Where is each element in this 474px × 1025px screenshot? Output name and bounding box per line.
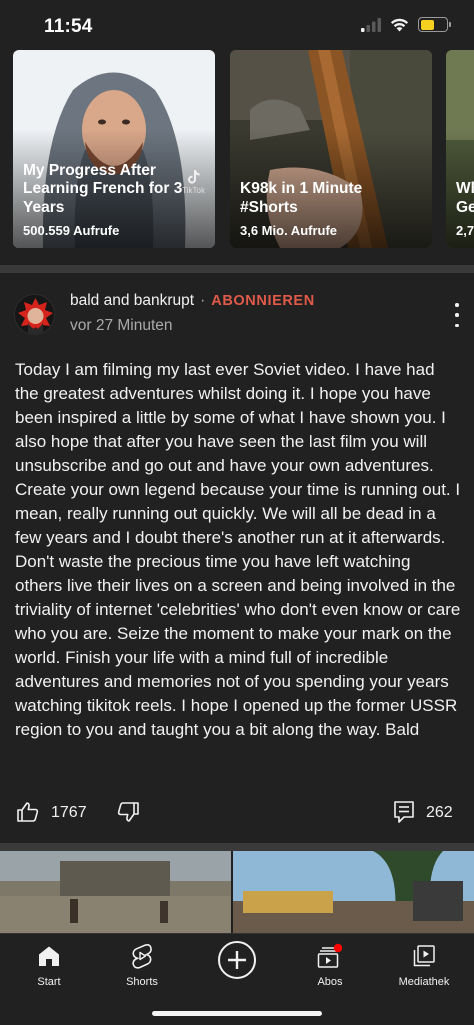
dislike-icon[interactable] bbox=[116, 800, 140, 824]
short-views: 3,6 Mio. Aufrufe bbox=[240, 223, 338, 238]
short-title: K98k in 1 Minute #Shorts bbox=[240, 180, 363, 216]
status-icons bbox=[361, 17, 451, 32]
shorts-shelf: TikTok My Progress After Learning French… bbox=[0, 50, 474, 248]
channel-row: bald and bankrupt · ABONNIEREN bbox=[70, 292, 315, 310]
notification-dot bbox=[333, 943, 343, 953]
cellular-signal-icon bbox=[361, 17, 381, 32]
nav-label: Mediathek bbox=[398, 976, 450, 988]
video-thumbnail[interactable] bbox=[0, 851, 231, 933]
nav-item-mediathek[interactable]: Mediathek bbox=[384, 942, 464, 988]
short-card[interactable]: Wh St Ge 2,7 bbox=[446, 50, 474, 248]
subscribe-button[interactable]: ABONNIEREN bbox=[211, 293, 314, 309]
next-videos bbox=[0, 851, 474, 933]
video-thumbnail[interactable] bbox=[233, 851, 474, 933]
create-icon bbox=[228, 951, 246, 969]
home-indicator[interactable] bbox=[152, 1011, 322, 1016]
section-divider bbox=[0, 265, 474, 273]
nav-item-start[interactable]: Start bbox=[9, 942, 89, 988]
nav-label: Start bbox=[37, 976, 61, 988]
post-time: vor 27 Minuten bbox=[70, 317, 173, 334]
short-title: Wh St Ge bbox=[456, 180, 474, 216]
status-bar: 11:54 bbox=[0, 0, 474, 50]
post-text: Today I am filming my last ever Soviet v… bbox=[15, 360, 461, 739]
avatar-image bbox=[15, 295, 54, 334]
subscriptions-icon bbox=[317, 943, 343, 968]
comment-icon[interactable] bbox=[393, 800, 415, 824]
short-card[interactable]: K98k in 1 Minute #Shorts 3,6 Mio. Aufruf… bbox=[230, 50, 432, 248]
section-divider bbox=[0, 843, 474, 851]
like-count: 1767 bbox=[51, 804, 87, 821]
create-button[interactable] bbox=[218, 941, 256, 979]
channel-avatar[interactable] bbox=[14, 294, 55, 335]
home-icon bbox=[39, 946, 59, 966]
nav-label: Shorts bbox=[126, 976, 158, 988]
shorts-icon bbox=[132, 944, 152, 969]
community-post: bald and bankrupt · ABONNIEREN vor 27 Mi… bbox=[0, 273, 474, 848]
nav-item-shorts[interactable]: Shorts bbox=[102, 942, 182, 988]
more-vert-icon[interactable] bbox=[452, 303, 462, 327]
post-actions: 1767 262 bbox=[0, 794, 474, 828]
nav-label: Abos bbox=[317, 976, 343, 988]
status-time: 11:54 bbox=[44, 16, 93, 37]
short-views: 500.559 Aufrufe bbox=[23, 223, 120, 238]
wifi-icon bbox=[390, 18, 409, 31]
short-views: 2,7 bbox=[456, 223, 474, 238]
library-icon bbox=[413, 945, 435, 967]
channel-name[interactable]: bald and bankrupt bbox=[70, 292, 194, 310]
battery-icon bbox=[418, 17, 451, 32]
short-card[interactable]: TikTok My Progress After Learning French… bbox=[13, 50, 215, 248]
nav-item-abos[interactable]: Abos bbox=[290, 942, 370, 988]
short-title: My Progress After Learning French for 3 … bbox=[23, 161, 183, 216]
comment-count: 262 bbox=[426, 804, 453, 821]
like-icon[interactable] bbox=[16, 800, 40, 824]
separator-dot: · bbox=[200, 292, 206, 309]
